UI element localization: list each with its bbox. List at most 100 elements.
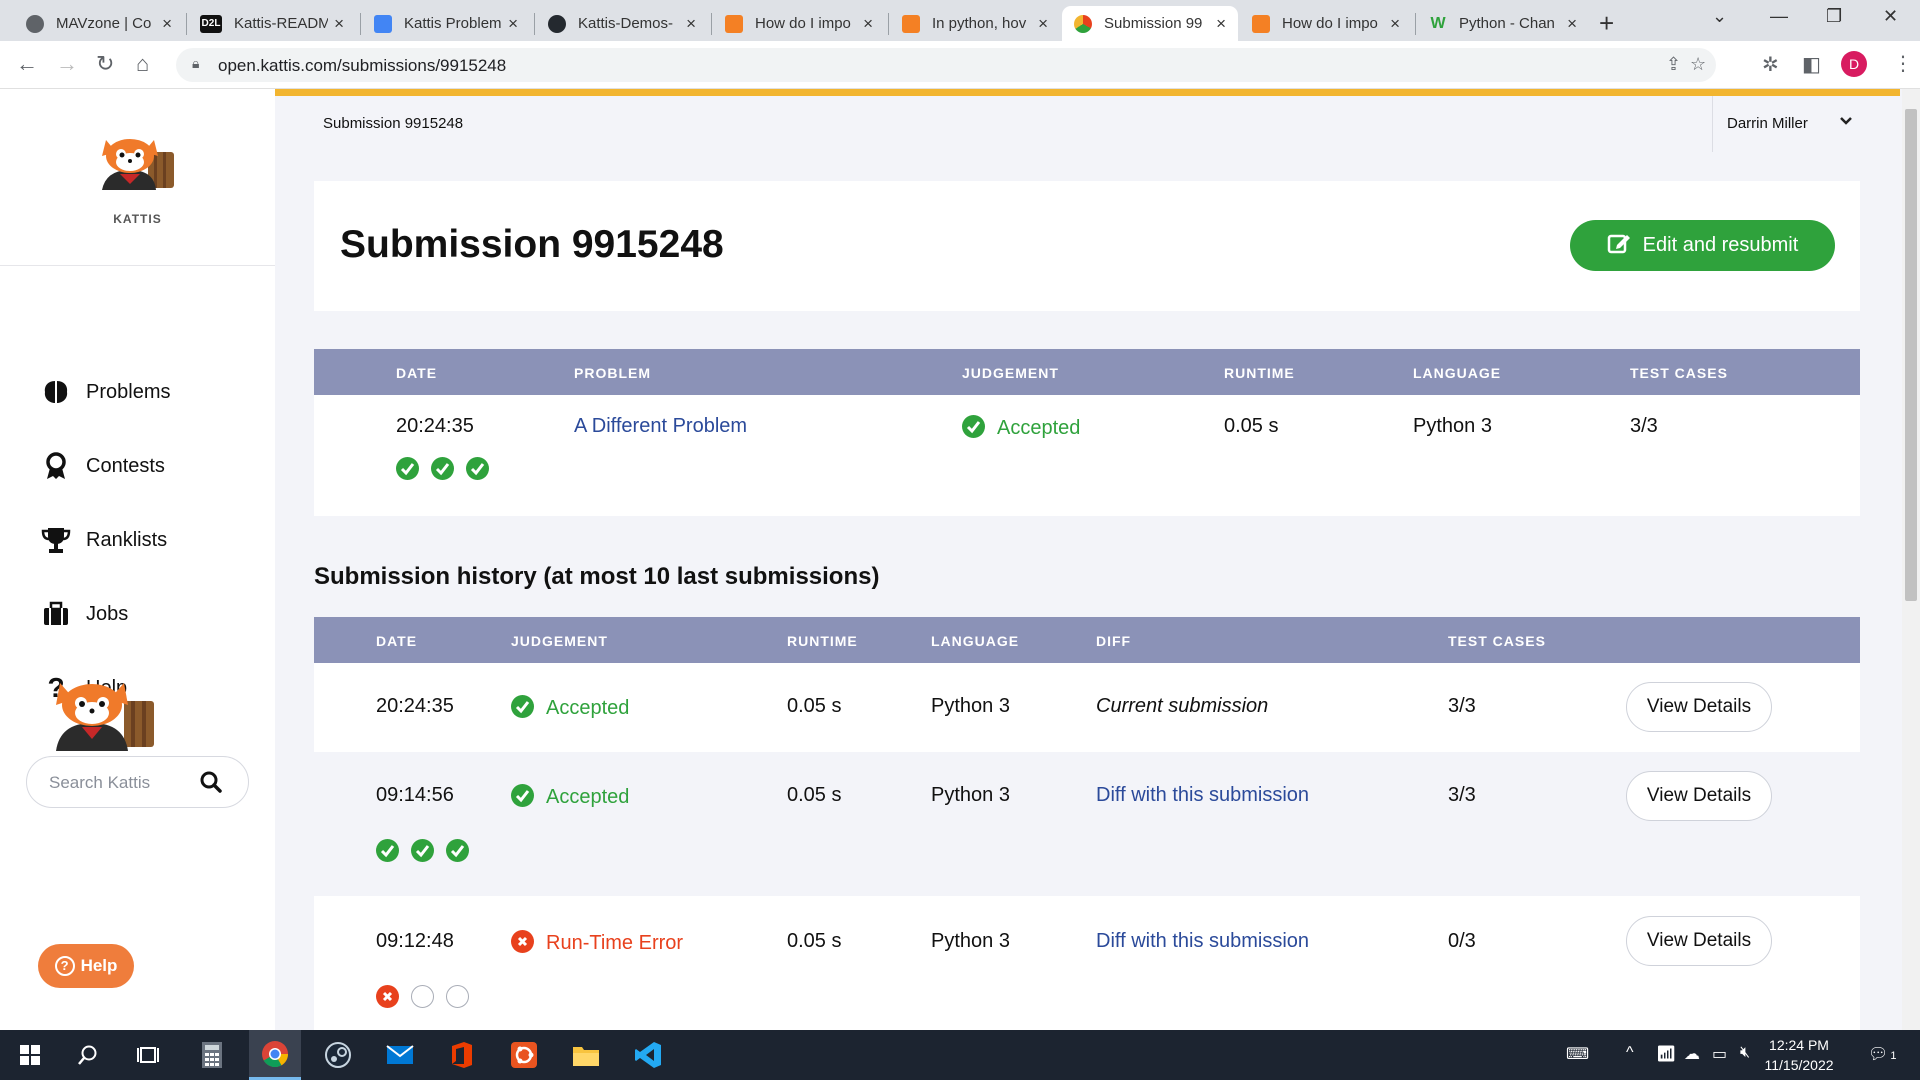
kattis-mascot-image [52, 679, 162, 756]
table-header: DATE PROBLEM JUDGEMENT RUNTIME LANGUAGE … [314, 349, 1860, 395]
column-header-problem: PROBLEM [574, 365, 651, 381]
window-close-icon[interactable]: ✕ [1883, 6, 1898, 27]
close-icon[interactable]: × [162, 14, 172, 34]
help-button[interactable]: ? Help [38, 944, 134, 988]
sidebar-item-problems[interactable]: Problems [40, 377, 170, 407]
judgement-label: Accepted [546, 786, 630, 808]
system-clock[interactable]: 12:24 PM 11/15/2022 [1756, 1035, 1842, 1075]
browser-tab[interactable]: D2L Kattis-READM × [188, 6, 356, 41]
page-scrollbar[interactable] [1902, 89, 1920, 1030]
volume-icon[interactable]: 🔇︎ [1740, 1044, 1750, 1062]
windows-start-icon[interactable] [4, 1030, 56, 1080]
back-icon[interactable]: ← [16, 51, 38, 77]
steam-icon[interactable] [312, 1030, 364, 1080]
extensions-icon[interactable]: ✲ [1762, 52, 1779, 77]
view-details-button[interactable]: View Details [1626, 916, 1772, 966]
browser-menu-icon[interactable]: ⋮ [1893, 51, 1913, 76]
side-panel-icon[interactable]: ◧ [1802, 52, 1821, 77]
restore-icon[interactable]: ❐ [1826, 6, 1842, 27]
kattis-logo[interactable] [96, 134, 180, 199]
ubuntu-icon[interactable] [498, 1030, 550, 1080]
breadcrumb: Submission 9915248 [323, 115, 464, 132]
language-value: Python 3 [931, 784, 1010, 806]
browser-tab[interactable]: MAVzone | Co × [14, 6, 184, 41]
runtime-value: 0.05 s [787, 695, 842, 717]
user-menu[interactable]: Darrin Miller [1712, 96, 1862, 152]
stackoverflow-icon [902, 14, 920, 33]
task-view-icon[interactable] [122, 1030, 174, 1080]
chevron-up-icon[interactable]: ^ [1626, 1044, 1634, 1062]
chrome-icon[interactable] [249, 1030, 301, 1080]
tab-title: Kattis Problem [404, 15, 502, 32]
close-icon[interactable]: × [334, 14, 344, 34]
submission-date: 20:24:35 [396, 415, 474, 437]
view-details-button[interactable]: View Details [1626, 682, 1772, 732]
column-header-test-cases: TEST CASES [1448, 633, 1546, 649]
home-icon[interactable]: ⌂ [136, 51, 149, 77]
view-details-button[interactable]: View Details [1626, 771, 1772, 821]
table-row: 20:24:35 Accepted 0.05 s Python 3 Curren… [314, 663, 1860, 752]
browser-tab[interactable]: Kattis-Demos- × [536, 6, 708, 41]
browser-tab-active[interactable]: Submission 99 × [1062, 6, 1238, 41]
diff-link[interactable]: Diff with this submission [1096, 784, 1309, 807]
table-row: 20:24:35 A Different Problem Accepted 0.… [314, 395, 1860, 516]
browser-tab[interactable]: How do I impo × [713, 6, 885, 41]
forward-icon[interactable]: → [56, 51, 78, 77]
problem-link[interactable]: A Different Problem [574, 415, 747, 438]
column-header-judgement: JUDGEMENT [962, 365, 1059, 381]
check-circle-icon [466, 457, 489, 480]
url-text[interactable]: open.kattis.com/submissions/9915248 [218, 56, 506, 76]
close-icon[interactable]: × [686, 14, 696, 34]
column-header-language: LANGUAGE [931, 633, 1020, 649]
chevron-down-icon [1839, 113, 1853, 130]
search-placeholder: Search Kattis [49, 773, 151, 792]
close-icon[interactable]: × [1390, 14, 1400, 34]
calculator-icon[interactable] [186, 1030, 238, 1080]
file-explorer-icon[interactable] [560, 1030, 612, 1080]
runtime-value: 0.05 s [1224, 415, 1279, 437]
close-icon[interactable]: × [1567, 14, 1577, 34]
minimize-icon[interactable]: — [1770, 6, 1788, 27]
tab-title: In python, hov [932, 15, 1027, 32]
share-icon[interactable]: ⇪ [1666, 54, 1681, 75]
close-icon[interactable]: × [863, 14, 873, 34]
mail-icon[interactable] [374, 1030, 426, 1080]
judgement-status: Accepted [511, 784, 629, 809]
browser-tab[interactable]: W Python - Chan × [1417, 6, 1589, 41]
kattis-favicon-icon [1074, 14, 1092, 33]
browser-tab[interactable]: In python, hov × [890, 6, 1060, 41]
close-icon[interactable]: × [1038, 14, 1048, 34]
office-icon[interactable] [436, 1030, 488, 1080]
onedrive-cloud-icon[interactable]: ☁ [1684, 1044, 1700, 1064]
keyboard-icon[interactable]: ⌨ [1566, 1044, 1589, 1064]
sidebar-item-contests[interactable]: Contests [40, 451, 165, 481]
tab-search-icon[interactable]: ⌄ [1712, 6, 1727, 27]
search-icon[interactable] [62, 1030, 114, 1080]
column-header-judgement: JUDGEMENT [511, 633, 608, 649]
notification-icon[interactable]: 💬︎ 1 [1868, 1044, 1896, 1064]
lock-icon[interactable]: 🔒︎ [192, 55, 199, 72]
reload-icon[interactable]: ↻ [96, 51, 114, 77]
close-icon[interactable]: × [508, 14, 518, 34]
column-header-date: DATE [396, 365, 438, 381]
browser-tab[interactable]: How do I impo × [1240, 6, 1412, 41]
close-icon[interactable]: × [1216, 14, 1226, 34]
scrollbar-thumb[interactable] [1905, 109, 1917, 601]
wifi-icon[interactable]: 📶︎ [1656, 1044, 1676, 1064]
profile-avatar[interactable]: D [1841, 51, 1867, 77]
search-icon[interactable] [200, 771, 222, 798]
diff-link[interactable]: Diff with this submission [1096, 930, 1309, 953]
clock-time: 12:24 PM [1769, 1037, 1829, 1053]
edit-resubmit-button[interactable]: Edit and resubmit [1570, 220, 1835, 271]
vscode-icon[interactable] [622, 1030, 674, 1080]
address-bar[interactable]: 🔒︎ open.kattis.com/submissions/9915248 ⇪… [176, 48, 1716, 82]
browser-tab[interactable]: Kattis Problem × [362, 6, 530, 41]
bookmark-star-icon[interactable]: ☆ [1690, 54, 1706, 75]
sidebar-item-jobs[interactable]: Jobs [40, 599, 128, 629]
page-title: Submission 9915248 [340, 223, 724, 266]
search-input[interactable]: Search Kattis [26, 756, 249, 808]
battery-icon[interactable]: ▭ [1712, 1044, 1727, 1064]
sidebar-item-ranklists[interactable]: Ranklists [40, 525, 167, 555]
column-header-diff: DIFF [1096, 633, 1132, 649]
new-tab-button[interactable]: + [1599, 8, 1614, 39]
